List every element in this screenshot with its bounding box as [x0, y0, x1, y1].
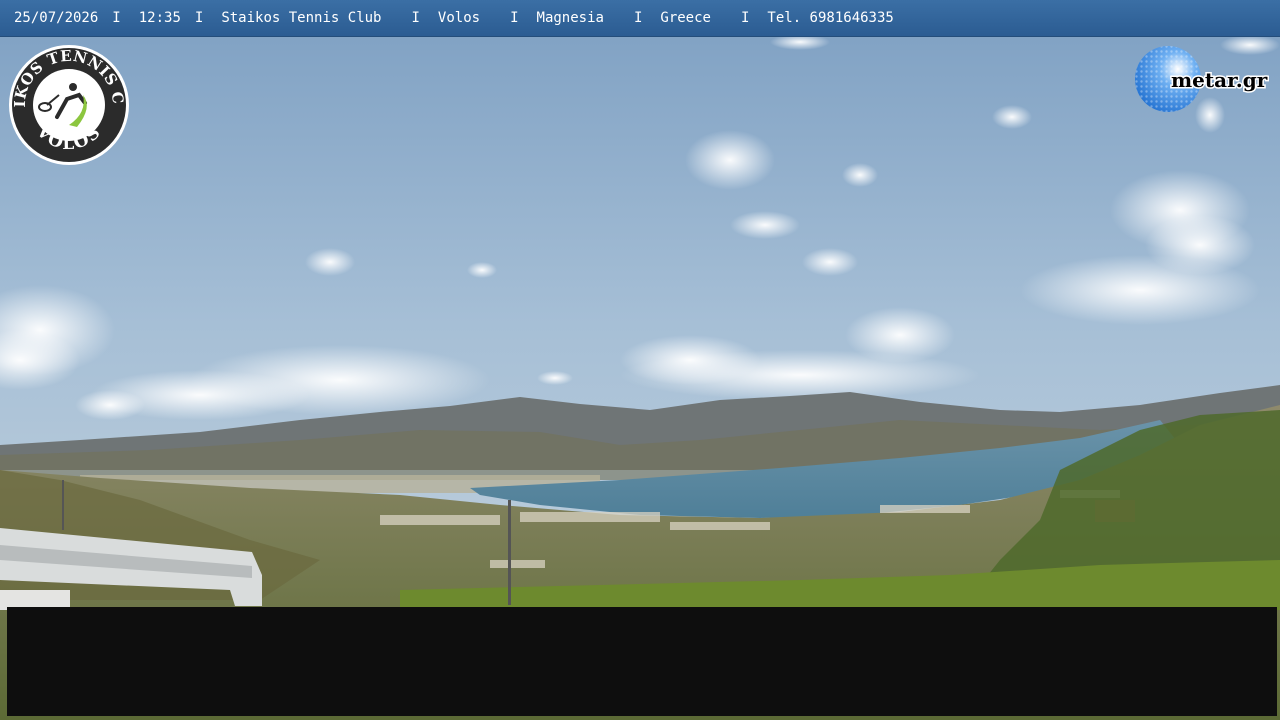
staikos-tennis-club-logo: STAIKOS TENNIS CLUB VOLOS	[7, 43, 129, 165]
caption-separator: I	[112, 10, 121, 26]
caption-separator: I	[633, 10, 643, 26]
caption-separator: I	[411, 10, 420, 26]
caption-date: 25/07/2026	[14, 10, 99, 26]
caption-phone: Tel. 6981646335	[767, 10, 894, 26]
caption-separator: I	[510, 10, 519, 26]
metar-gr-wordmark: metar.gr	[1171, 68, 1268, 92]
caption-club-name: Staikos Tennis Club	[221, 10, 382, 26]
caption-separator: I	[740, 10, 750, 26]
caption-time: 12:35	[138, 10, 181, 26]
caption-city: Volos	[437, 10, 481, 26]
caption-separator: I	[194, 10, 204, 26]
caption-country: Greece	[660, 10, 711, 26]
metar-gr-logo: metar.gr	[1135, 46, 1269, 112]
webcam-caption-bar: 25/07/2026 I 12:35 I Staikos Tennis Club…	[0, 0, 1280, 37]
black-overlay-bar	[7, 607, 1277, 716]
caption-region: Magnesia	[536, 10, 604, 26]
